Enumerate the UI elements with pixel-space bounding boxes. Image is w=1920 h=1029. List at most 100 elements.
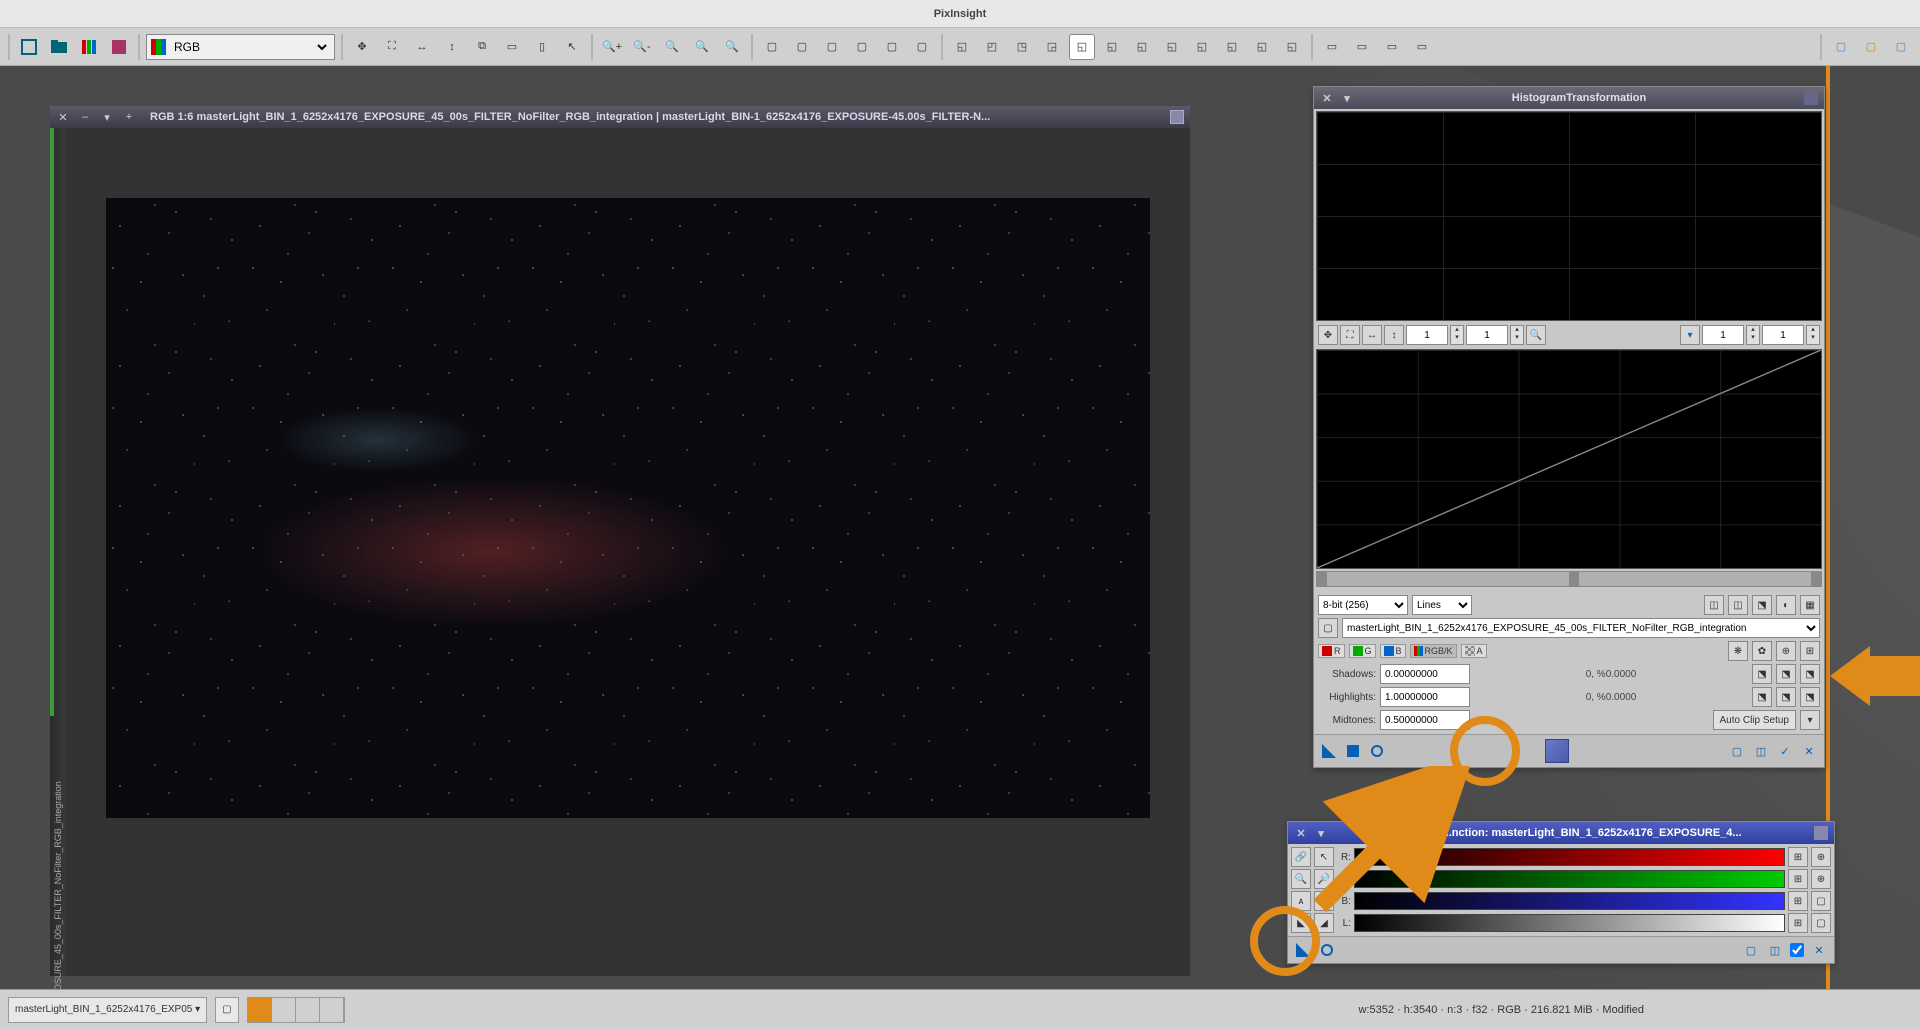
r-opt-icon[interactable]: ⊕ — [1811, 847, 1831, 867]
iconized-menu-button[interactable]: ▢ — [215, 997, 238, 1023]
window-6-button[interactable]: ▢ — [909, 34, 935, 60]
l-opt-icon[interactable]: ▢ — [1811, 913, 1831, 933]
copy-button[interactable]: ⧉ — [469, 34, 495, 60]
histogram-output-graph[interactable] — [1316, 111, 1822, 321]
channel-rgbk-button[interactable]: RGB/K — [1410, 644, 1457, 658]
mask-6-button[interactable]: ◱ — [1129, 34, 1155, 60]
zoom-11-button[interactable]: 🔍 — [659, 34, 685, 60]
link-channels-icon[interactable]: 🔗 — [1291, 847, 1311, 867]
track-view-icon[interactable]: ◫ — [1766, 941, 1784, 959]
close-icon[interactable]: ✕ — [1294, 827, 1308, 840]
shadow-handle[interactable] — [1317, 572, 1327, 586]
spinner-icon[interactable]: ▴▾ — [1746, 325, 1760, 345]
highlights-btn3-icon[interactable]: ⬔ — [1800, 687, 1820, 707]
shade-icon[interactable]: ▾ — [1314, 827, 1328, 840]
layout-2-button[interactable]: ▭ — [1349, 34, 1375, 60]
window-1-button[interactable]: ▢ — [759, 34, 785, 60]
real-time-preview-icon[interactable] — [1545, 739, 1569, 763]
process-icon[interactable] — [1804, 91, 1818, 105]
layout-3-button[interactable]: ▭ — [1379, 34, 1405, 60]
mask-2-button[interactable]: ◰ — [979, 34, 1005, 60]
image-canvas[interactable] — [66, 128, 1190, 976]
mask-3-button[interactable]: ◳ — [1009, 34, 1035, 60]
channel-r-button[interactable]: R — [1318, 644, 1345, 658]
highlight-handle[interactable] — [1811, 572, 1821, 586]
g-opt-icon[interactable]: ⊕ — [1811, 869, 1831, 889]
reset-icon[interactable]: ✕ — [1810, 941, 1828, 959]
mask-4-button[interactable]: ◲ — [1039, 34, 1065, 60]
mask-active-button[interactable]: ◱ — [1069, 34, 1095, 60]
spinner-icon[interactable]: ▴▾ — [1806, 325, 1820, 345]
window-3-button[interactable]: ▢ — [819, 34, 845, 60]
workspace-thumbs[interactable] — [247, 997, 345, 1023]
zoom-h-input[interactable] — [1406, 325, 1448, 345]
b-opt-icon[interactable]: ▢ — [1811, 891, 1831, 911]
track-view-checkbox[interactable] — [1790, 943, 1804, 957]
zoom-v-icon[interactable]: ↕ — [1384, 325, 1404, 345]
paste-button[interactable]: ▭ — [499, 34, 525, 60]
histogram-slider[interactable] — [1316, 571, 1822, 587]
mask-7-button[interactable]: ◱ — [1159, 34, 1185, 60]
apply-global-icon[interactable] — [1344, 742, 1362, 760]
gear-icon[interactable]: ✿ — [1752, 641, 1772, 661]
l-reset-icon[interactable]: ⊞ — [1788, 913, 1808, 933]
fit-view-button[interactable]: ⛶ — [379, 34, 405, 60]
shadows-input[interactable] — [1380, 664, 1470, 684]
screen-3-button[interactable]: ▢ — [1888, 34, 1914, 60]
pan-tool-button[interactable]: ✥ — [349, 34, 375, 60]
expand-icon[interactable]: ⊕ — [1776, 641, 1796, 661]
hist-opt3-icon[interactable]: ⬔ — [1752, 595, 1772, 615]
collapse-icon[interactable]: ⊞ — [1800, 641, 1820, 661]
highlights-input[interactable] — [1380, 687, 1470, 707]
zoom-out-button[interactable]: 🔍- — [629, 34, 655, 60]
shadows-btn3-icon[interactable]: ⬔ — [1800, 664, 1820, 684]
apply-icon[interactable] — [1368, 742, 1386, 760]
browse-docs-icon[interactable]: ▢ — [1728, 742, 1746, 760]
view-target-select[interactable]: masterLight_BIN_1_6252x4176_EXPOSURE_45_… — [1342, 618, 1820, 638]
open-image-button[interactable] — [46, 34, 72, 60]
window-2-button[interactable]: ▢ — [789, 34, 815, 60]
spinner-icon[interactable]: ▴▾ — [1450, 325, 1464, 345]
stf-lum-bar[interactable] — [1354, 914, 1785, 932]
stf-green-bar[interactable] — [1354, 870, 1785, 888]
channel-a-button[interactable]: A — [1461, 644, 1487, 658]
mask-11-button[interactable]: ◱ — [1279, 34, 1305, 60]
stf-blue-bar[interactable] — [1354, 892, 1785, 910]
edit-mode-icon[interactable]: ↖ — [1314, 847, 1334, 867]
graph-style-select[interactable]: Lines — [1412, 595, 1472, 615]
zoom-fit-icon[interactable]: ⛶ — [1340, 325, 1360, 345]
screen-2-button[interactable]: ▢ — [1858, 34, 1884, 60]
image-side-tab[interactable]: masterLight_BIN_1_6252x4176_EXPOSURE_45_… — [50, 128, 66, 976]
hist-opt4-icon[interactable]: ◐ — [1776, 595, 1796, 615]
zoom-h-icon[interactable]: ↔ — [1362, 325, 1382, 345]
zoom-in-button[interactable]: 🔍+ — [599, 34, 625, 60]
lab-mode-button[interactable] — [106, 34, 132, 60]
stf-red-bar[interactable] — [1354, 848, 1785, 866]
channel-g-button[interactable]: G — [1349, 644, 1376, 658]
zoom-in-icon[interactable]: 🔍 — [1291, 869, 1311, 889]
highlights-btn1-icon[interactable]: ⬔ — [1752, 687, 1772, 707]
hist-opt2-icon[interactable]: ◫ — [1728, 595, 1748, 615]
image-mode-icon[interactable] — [1170, 110, 1184, 124]
channel-b-button[interactable]: B — [1380, 644, 1406, 658]
zoom-reset-button[interactable]: 🔍 — [719, 34, 745, 60]
crop-button[interactable]: ▯ — [529, 34, 555, 60]
white-point-icon[interactable]: ◢ — [1314, 913, 1334, 933]
hist-titlebar[interactable]: ✕ ▾ HistogramTransformation — [1314, 87, 1824, 109]
r-reset-icon[interactable]: ⊞ — [1788, 847, 1808, 867]
process-icon[interactable] — [1814, 826, 1828, 840]
midtone-handle[interactable] — [1569, 572, 1579, 586]
fit-horiz-button[interactable]: ↔ — [409, 34, 435, 60]
reset-icon[interactable]: ✕ — [1800, 742, 1818, 760]
new-image-button[interactable] — [16, 34, 42, 60]
zoom-out-icon[interactable]: 🔎 — [1314, 869, 1334, 889]
mask-9-button[interactable]: ◱ — [1219, 34, 1245, 60]
thumb-4[interactable] — [320, 998, 344, 1022]
b-reset-icon[interactable]: ⊞ — [1788, 891, 1808, 911]
histogram-input-graph[interactable] — [1316, 349, 1822, 569]
auto-clip-menu-icon[interactable]: ▾ — [1800, 710, 1820, 730]
apply-check-icon[interactable]: ✓ — [1776, 742, 1794, 760]
zoom-v-input[interactable] — [1466, 325, 1508, 345]
apply-icon[interactable] — [1318, 941, 1336, 959]
screen-1-button[interactable]: ▢ — [1828, 34, 1854, 60]
